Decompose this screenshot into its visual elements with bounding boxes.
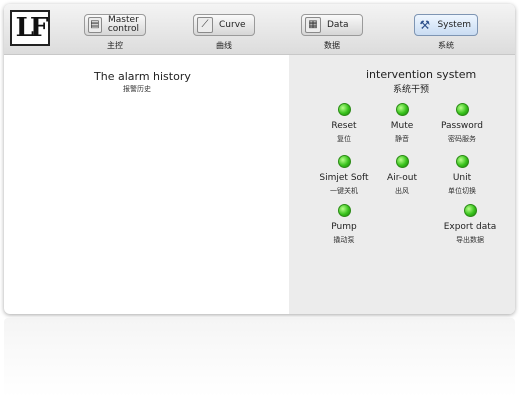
status-led-icon [395, 155, 409, 168]
status-led-icon [395, 103, 409, 116]
intervention-system-title: intervention system [366, 68, 477, 81]
air-out-cn-label: 出风 [395, 187, 409, 195]
unit-cn-label: 单位切换 [448, 187, 476, 195]
curve-button[interactable]: ⟋ Curve [193, 14, 255, 36]
pump-indicator[interactable]: Pump 撬动泵 [304, 204, 384, 245]
status-led-icon [463, 204, 477, 217]
table-icon: ▦ [305, 17, 321, 33]
unit-indicator[interactable]: Unit 单位切换 [422, 155, 502, 196]
export-data-cn-label: 导出数据 [456, 236, 484, 244]
alarm-history-cn-title: 报警历史 [123, 85, 151, 93]
data-cn-label: 数据 [324, 41, 340, 50]
master-control-button[interactable]: ▤ Master control [84, 14, 146, 36]
nav-curve: ⟋ Curve 曲线 [193, 14, 255, 51]
air-out-label: Air-out [387, 173, 417, 183]
export-data-label: Export data [443, 222, 497, 232]
pump-label: Pump [331, 222, 357, 232]
data-button[interactable]: ▦ Data [301, 14, 363, 36]
master-control-label: Master control [107, 15, 140, 34]
simjet-soft-cn-label: 一键关机 [330, 187, 358, 195]
tools-icon: ⚒ [419, 18, 431, 32]
password-indicator[interactable]: Password 密码服务 [422, 103, 502, 144]
password-cn-label: 密码服务 [448, 135, 476, 143]
status-led-icon [455, 155, 469, 168]
top-nav-bar: LF ▤ Master control 主控 ⟋ Curve 曲线 ▦ Data… [4, 4, 515, 55]
nav-data: ▦ Data 数据 [301, 14, 363, 51]
system-button[interactable]: ⚒ System [414, 14, 478, 36]
intervention-system-panel: intervention system 系统干预 Reset 复位 Mute 静… [289, 55, 515, 314]
chart-icon: ⟋ [197, 17, 213, 33]
nav-master-control: ▤ Master control 主控 [84, 14, 146, 51]
unit-label: Unit [452, 173, 472, 183]
status-led-icon [337, 155, 351, 168]
monitor-icon: ▤ [88, 17, 102, 33]
password-label: Password [440, 121, 484, 131]
curve-label: Curve [219, 19, 246, 30]
lf-logo: LF [10, 10, 50, 46]
alarm-history-title: The alarm history [94, 70, 191, 83]
intervention-system-cn-title: 系统干预 [393, 85, 430, 95]
system-label: System [437, 19, 471, 30]
status-led-icon [337, 103, 351, 116]
window-reflection [4, 318, 515, 398]
nav-system: ⚒ System 系统 [414, 14, 478, 51]
reset-cn-label: 复位 [337, 135, 351, 143]
pump-cn-label: 撬动泵 [333, 236, 355, 244]
app-window: LF ▤ Master control 主控 ⟋ Curve 曲线 ▦ Data… [4, 4, 515, 314]
master-control-cn-label: 主控 [107, 41, 123, 50]
reset-label: Reset [331, 121, 357, 131]
status-led-icon [455, 103, 469, 116]
data-label: Data [327, 19, 349, 30]
status-led-icon [337, 204, 351, 217]
curve-cn-label: 曲线 [216, 41, 232, 50]
export-data-indicator[interactable]: Export data 导出数据 [430, 204, 510, 245]
mute-cn-label: 静音 [395, 135, 409, 143]
system-cn-label: 系统 [438, 41, 454, 50]
mute-label: Mute [390, 121, 414, 131]
